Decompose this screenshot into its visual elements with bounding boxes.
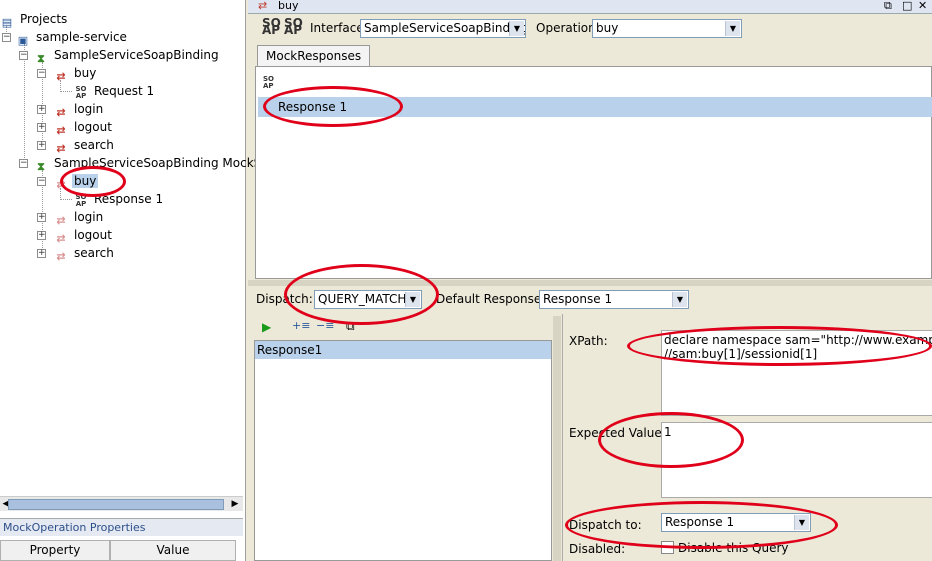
dispatch-to-label: Dispatch to:: [569, 518, 642, 532]
vertical-splitter[interactable]: [553, 316, 561, 561]
expand-op-login-toggle[interactable]: +: [37, 105, 46, 114]
new-mock-response-icon[interactable]: SO AP: [262, 17, 281, 36]
editor-title: buy: [278, 0, 299, 12]
expand-mock-logout-toggle[interactable]: +: [37, 231, 46, 240]
dispatch-bar: Dispatch: QUERY_MATCH ▼ Default Response…: [248, 288, 932, 312]
horizontal-splitter[interactable]: [248, 280, 932, 286]
chevron-down-icon: ▼: [672, 292, 687, 307]
chevron-down-icon: ▼: [794, 515, 809, 530]
scroll-right-arrow-icon[interactable]: ▶: [229, 498, 241, 511]
run-icon[interactable]: ▶: [262, 320, 271, 334]
expand-mock-search-toggle[interactable]: +: [37, 249, 46, 258]
tree-op-buy[interactable]: ⇄ buy: [54, 64, 98, 83]
tree-mock-op-search[interactable]: ⇄ search: [54, 244, 116, 263]
mock-service-icon: ⧗: [37, 160, 45, 173]
tree-mock-service[interactable]: ⧗ SampleServiceSoapBinding MockSe: [34, 154, 271, 173]
navigator-panel: ▤ Projects − ▣ sample-service − ⧗ SampleSer…: [0, 0, 269, 561]
tree-op-search[interactable]: ⇄ search: [54, 136, 116, 155]
new-response-icon[interactable]: SO AP: [263, 76, 274, 90]
disable-query-checkbox[interactable]: Disable this Query: [661, 541, 789, 555]
query-toolbar: ▶ +≡ −≡ ⧉ ⋯: [254, 316, 552, 340]
tree-op-logout[interactable]: ⇄ logout: [54, 118, 114, 137]
disabled-label: Disabled:: [569, 542, 626, 556]
query-list: [254, 340, 552, 561]
mock-response-icon: SO AP: [75, 193, 87, 208]
tree-projects[interactable]: ▤ Projects: [0, 10, 69, 29]
default-response-select[interactable]: Response 1 ▼: [539, 290, 689, 309]
interface-icon: ⧗: [37, 52, 45, 65]
operation-select[interactable]: buy ▼: [592, 19, 742, 38]
collapse-mockservice-toggle[interactable]: −: [19, 159, 28, 168]
query-list-item[interactable]: Response1: [255, 341, 551, 359]
value-column-header[interactable]: Value: [110, 540, 236, 561]
default-response-label: Default Response:: [436, 292, 546, 306]
expand-op-search-toggle[interactable]: +: [37, 141, 46, 150]
collapse-binding-toggle[interactable]: −: [19, 51, 28, 60]
soap-request-icon: SO AP: [75, 85, 87, 100]
xpath-label: XPath:: [569, 334, 608, 348]
interface-select[interactable]: SampleServiceSoapBinding ▼: [360, 19, 526, 38]
dispatch-select[interactable]: QUERY_MATCH ▼: [314, 290, 422, 309]
query-detail-panel: XPath: declare namespace sam="http://www…: [562, 314, 932, 561]
mock-operation-icon: ⇄: [56, 250, 66, 263]
scrollbar-thumb[interactable]: [8, 499, 224, 510]
tree-interface-binding[interactable]: ⧗ SampleServiceSoapBinding: [34, 46, 221, 65]
maximize-icon[interactable]: □: [902, 0, 912, 12]
chevron-down-icon: ▼: [405, 292, 420, 307]
tree-project[interactable]: ▣ sample-service: [16, 28, 129, 47]
add-query-icon[interactable]: +≡: [292, 319, 310, 332]
tree-horizontal-scrollbar[interactable]: ◀ ▶: [0, 496, 243, 511]
expected-value-label: Expected Value:: [569, 426, 666, 440]
xpath-editor[interactable]: declare namespace sam="http://www.exampl…: [661, 330, 932, 416]
more-options-icon[interactable]: ⋯: [366, 319, 376, 330]
dispatch-label: Dispatch:: [256, 292, 313, 306]
properties-panel-title: MockOperation Properties: [0, 518, 243, 536]
collapse-project-toggle[interactable]: −: [2, 33, 11, 42]
tree-mock-op-login[interactable]: ⇄ login: [54, 208, 105, 227]
project-icon: ▣: [17, 34, 29, 47]
mockresponse-list-item[interactable]: Response 1: [258, 97, 932, 117]
editor-toolbar: SO AP SO AP Interface SampleServiceSoapBin…: [248, 14, 932, 44]
property-column-header[interactable]: Property: [0, 540, 110, 561]
mock-operation-icon: ⇄: [56, 178, 66, 191]
expand-mock-login-toggle[interactable]: +: [37, 213, 46, 222]
editor-titlebar: ⇄ buy ⧉ □ ✕: [248, 0, 932, 14]
tree-mock-op-logout[interactable]: ⇄ logout: [54, 226, 114, 245]
operation-icon: ⇄: [56, 70, 66, 83]
tree-mock-response-1[interactable]: SO AP Response 1: [74, 190, 165, 208]
tab-mockresponses[interactable]: MockResponses: [257, 45, 371, 67]
projects-icon: ▤: [1, 16, 13, 29]
tree-request-1[interactable]: SO AP Request 1: [74, 82, 156, 100]
chevron-down-icon: ▼: [509, 21, 524, 36]
expand-op-logout-toggle[interactable]: +: [37, 123, 46, 132]
collapse-op-buy-toggle[interactable]: −: [37, 69, 46, 78]
remove-query-icon[interactable]: −≡: [316, 319, 334, 332]
expected-value-editor[interactable]: 1: [661, 422, 932, 498]
tree-mock-op-buy[interactable]: ⇄ buy: [54, 172, 99, 191]
collapse-mock-buy-toggle[interactable]: −: [37, 177, 46, 186]
float-window-icon[interactable]: ⧉: [884, 0, 892, 12]
checkbox-box[interactable]: [661, 541, 674, 554]
chevron-down-icon: ▼: [725, 21, 740, 36]
mock-operation-icon: ⇄: [258, 0, 268, 12]
operation-label: Operation: [536, 21, 596, 35]
dispatch-to-select[interactable]: Response 1 ▼: [661, 513, 811, 532]
tree-op-login[interactable]: ⇄ login: [54, 100, 105, 119]
open-request-icon[interactable]: SO AP: [284, 17, 303, 36]
interface-label: Interface: [310, 21, 364, 35]
copy-query-icon[interactable]: ⧉: [346, 319, 355, 334]
close-icon[interactable]: ✕: [918, 0, 927, 12]
